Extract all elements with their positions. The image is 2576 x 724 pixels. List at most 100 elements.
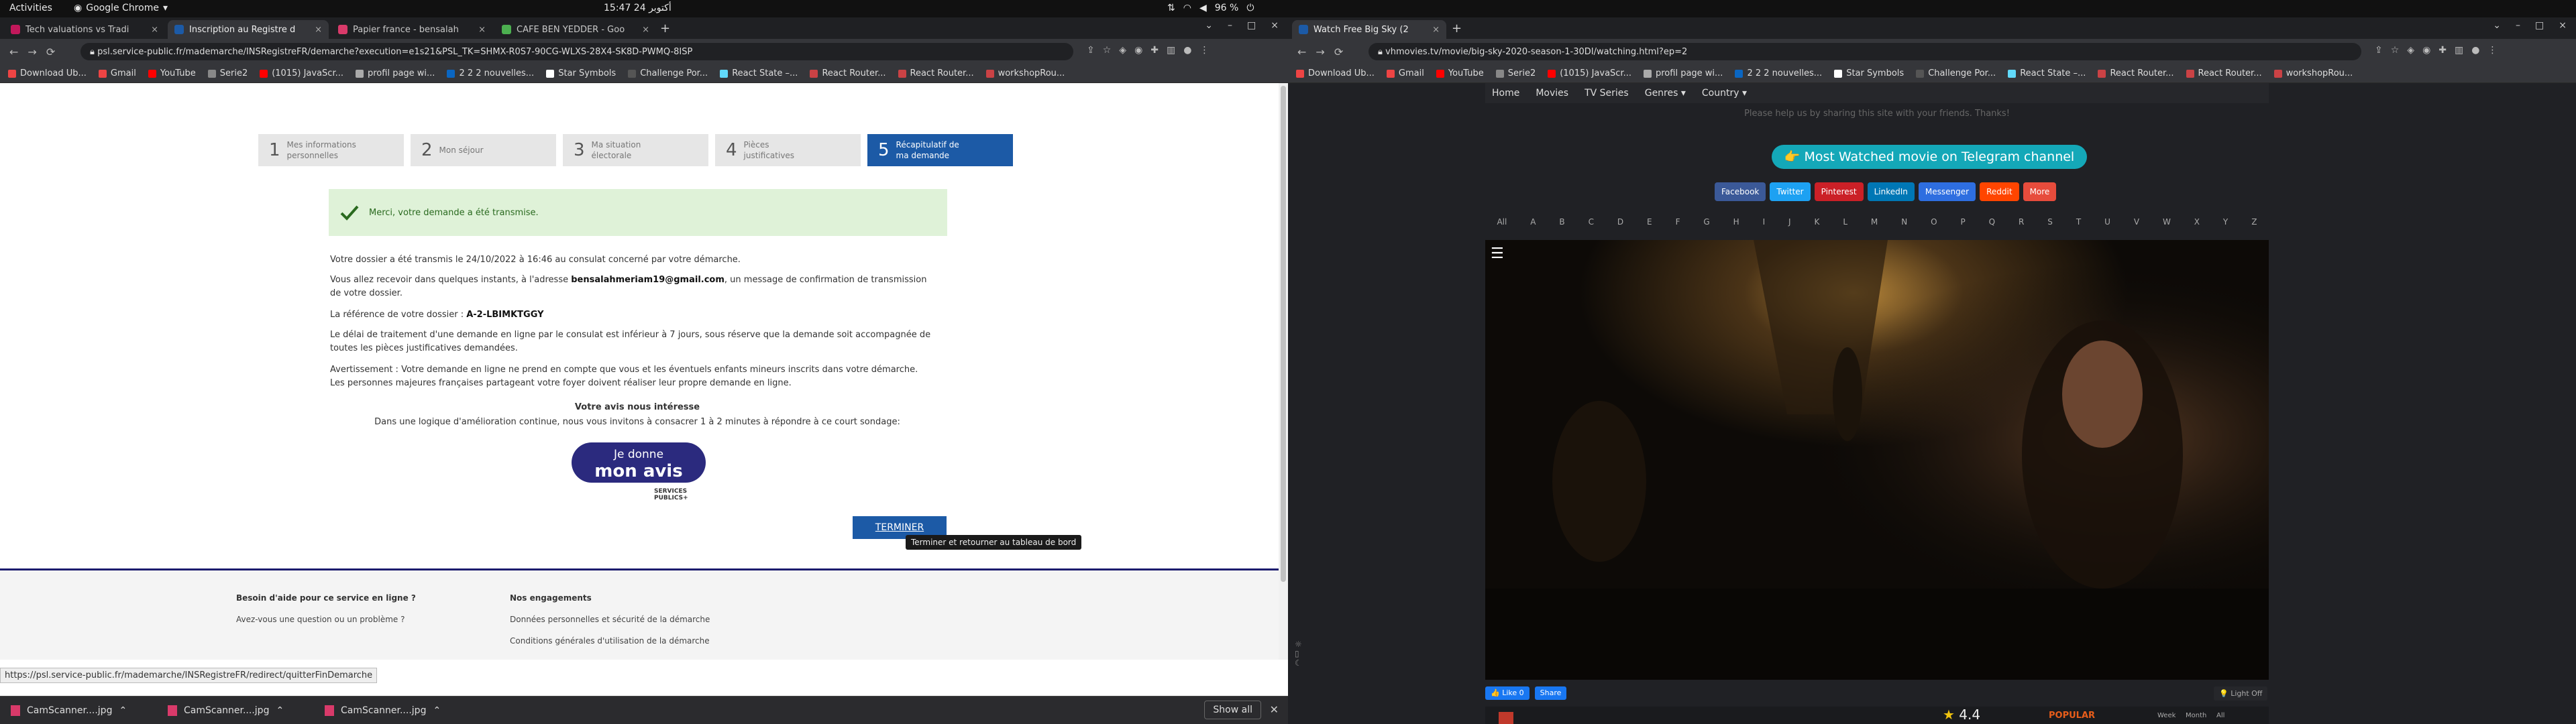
tab-inscription[interactable]: Inscription au Registre d × bbox=[168, 20, 329, 39]
sidepanel-icon[interactable]: ▥ bbox=[1167, 45, 1175, 56]
tab-week[interactable]: Week bbox=[2157, 712, 2176, 719]
moon-icon[interactable]: ☾ bbox=[1295, 658, 1304, 668]
tab-search-icon[interactable]: ⌄ bbox=[1205, 20, 1213, 31]
new-tab-icon[interactable]: + bbox=[1452, 21, 1462, 36]
bookmark-item[interactable]: YouTube bbox=[1436, 68, 1484, 78]
bookmark-item[interactable]: Gmail bbox=[1386, 68, 1424, 78]
bookmark-item[interactable]: React Router... bbox=[898, 68, 974, 78]
video-player[interactable]: ☰ bbox=[1485, 240, 2269, 680]
alpha-filter-b[interactable]: B bbox=[1559, 217, 1564, 227]
nav-tv-series[interactable]: TV Series bbox=[1585, 88, 1629, 99]
share-more-button[interactable]: More bbox=[2023, 182, 2057, 201]
show-all-button[interactable]: Show all bbox=[1204, 701, 1261, 719]
bookmark-item[interactable]: Challenge Por... bbox=[1916, 68, 1996, 78]
light-off-button[interactable]: 💡 Light Off bbox=[2214, 686, 2268, 701]
alpha-filter-m[interactable]: M bbox=[1871, 217, 1878, 227]
alpha-filter-a[interactable]: A bbox=[1530, 217, 1536, 227]
alpha-filter-w[interactable]: W bbox=[2163, 217, 2171, 227]
bookmark-item[interactable]: Gmail bbox=[98, 68, 136, 78]
bookmark-item[interactable]: workshopRou... bbox=[985, 68, 1065, 78]
alpha-filter-p[interactable]: P bbox=[1960, 217, 1965, 227]
footer-terms-link[interactable]: Conditions générales d'utilisation de la… bbox=[510, 636, 710, 646]
bookmark-item[interactable]: 2 2 2 nouvelles... bbox=[1735, 68, 1822, 78]
new-tab-icon[interactable]: + bbox=[660, 21, 670, 36]
alpha-filter-k[interactable]: K bbox=[1815, 217, 1820, 227]
bookmark-item[interactable]: Challenge Por... bbox=[628, 68, 708, 78]
footer-privacy-link[interactable]: Données personnelles et sécurité de la d… bbox=[510, 615, 710, 624]
tab-watch-big-sky[interactable]: Watch Free Big Sky (2 × bbox=[1292, 20, 1446, 39]
close-window-icon[interactable]: × bbox=[1271, 20, 1279, 31]
bookmark-item[interactable]: (1015) JavaScr... bbox=[260, 68, 343, 78]
alpha-filter-s[interactable]: S bbox=[2047, 217, 2053, 227]
chevron-up-icon[interactable]: ⌃ bbox=[433, 705, 441, 716]
share-icon[interactable]: ⇪ bbox=[2375, 45, 2383, 56]
footer-help-link[interactable]: Avez-vous une question ou un problème ? bbox=[236, 615, 405, 624]
download-item[interactable]: CamScanner....jpg ⌃ bbox=[11, 702, 127, 719]
bookmark-item[interactable]: React State –... bbox=[2008, 68, 2086, 78]
playlist-menu-icon[interactable]: ☰ bbox=[1491, 245, 1504, 262]
maximize-icon[interactable]: □ bbox=[1247, 20, 1256, 31]
share-pinterest-button[interactable]: Pinterest bbox=[1814, 182, 1864, 201]
alpha-filter-o[interactable]: O bbox=[1931, 217, 1937, 227]
close-tab-icon[interactable]: × bbox=[642, 25, 649, 35]
alpha-filter-x[interactable]: X bbox=[2194, 217, 2200, 227]
share-reddit-button[interactable]: Reddit bbox=[1980, 182, 2019, 201]
bookmark-item[interactable]: Star Symbols bbox=[1834, 68, 1904, 78]
minimize-icon[interactable]: – bbox=[2516, 20, 2520, 31]
alpha-filter-h[interactable]: H bbox=[1733, 217, 1739, 227]
close-window-icon[interactable]: × bbox=[2559, 20, 2567, 31]
reload-icon[interactable]: ⟳ bbox=[1334, 46, 1343, 58]
alpha-filter-q[interactable]: Q bbox=[1989, 217, 1995, 227]
menu-icon[interactable]: ⋮ bbox=[1199, 45, 1209, 56]
system-tray[interactable]: ⇅ ◠ ◀ 96 % ⏻ bbox=[1167, 3, 1254, 13]
share-messenger-button[interactable]: Messenger bbox=[1918, 182, 1976, 201]
puzzle-icon[interactable]: ✚ bbox=[2438, 45, 2447, 56]
bookmark-item[interactable]: profil page wi... bbox=[1644, 68, 1723, 78]
avatar[interactable]: ● bbox=[2471, 45, 2479, 56]
share-icon[interactable]: ⇪ bbox=[1087, 45, 1095, 56]
menu-icon[interactable]: ⋮ bbox=[2487, 45, 2497, 56]
tab-all[interactable]: All bbox=[2216, 712, 2224, 719]
telegram-button[interactable]: 👉 Most Watched movie on Telegram channel bbox=[1772, 145, 2087, 169]
avatar[interactable]: ● bbox=[1183, 45, 1191, 56]
share-facebook-button[interactable]: Facebook bbox=[1715, 182, 1766, 201]
clock[interactable]: 15:47 أكتوبر 24 bbox=[604, 3, 672, 13]
address-bar[interactable]: 🔒︎ psl.service-public.fr/mademarche/INSR… bbox=[80, 43, 1073, 60]
bookmark-item[interactable]: Download Ub... bbox=[1296, 68, 1375, 78]
extension-icon[interactable]: ◉ bbox=[1134, 45, 1142, 56]
extension-icon[interactable]: ◉ bbox=[2422, 45, 2430, 56]
alpha-filter-all[interactable]: All bbox=[1497, 217, 1507, 227]
bookmark-item[interactable]: 2 2 2 nouvelles... bbox=[447, 68, 534, 78]
forward-icon[interactable]: → bbox=[28, 46, 36, 58]
alpha-filter-z[interactable]: Z bbox=[2251, 217, 2257, 227]
download-item[interactable]: CamScanner....jpg ⌃ bbox=[168, 702, 284, 719]
sun-icon[interactable]: ☼ bbox=[1295, 640, 1304, 649]
alpha-filter-u[interactable]: U bbox=[2104, 217, 2110, 227]
nav-movies[interactable]: Movies bbox=[1536, 88, 1568, 99]
tab-cafe-ben-yedder[interactable]: CAFE BEN YEDDER - Goo × bbox=[495, 20, 656, 39]
bookmark-item[interactable]: React Router... bbox=[2098, 68, 2174, 78]
forward-icon[interactable]: → bbox=[1316, 46, 1324, 58]
alpha-filter-f[interactable]: F bbox=[1676, 217, 1680, 227]
chevron-up-icon[interactable]: ⌃ bbox=[276, 705, 284, 716]
activities-button[interactable]: Activities bbox=[9, 3, 52, 13]
fb-like-button[interactable]: 👍 Like 0 bbox=[1485, 686, 1529, 700]
address-bar[interactable]: 🔒︎ vhmovies.tv/movie/big-sky-2020-season… bbox=[1368, 43, 2361, 60]
download-item[interactable]: CamScanner....jpg ⌃ bbox=[325, 702, 441, 719]
bookmark-item[interactable]: (1015) JavaScr... bbox=[1548, 68, 1631, 78]
alpha-filter-d[interactable]: D bbox=[1617, 217, 1623, 227]
alpha-filter-g[interactable]: G bbox=[1703, 217, 1709, 227]
extension-icon[interactable]: ◈ bbox=[2407, 45, 2414, 56]
alpha-filter-j[interactable]: J bbox=[1788, 217, 1791, 227]
bookmark-star-icon[interactable]: ☆ bbox=[1103, 45, 1112, 56]
alpha-filter-c[interactable]: C bbox=[1589, 217, 1594, 227]
bookmark-item[interactable]: React Router... bbox=[2186, 68, 2262, 78]
maximize-icon[interactable]: □ bbox=[2535, 20, 2544, 31]
nav-genres[interactable]: Genres ▾ bbox=[1645, 88, 1686, 99]
scrollbar[interactable] bbox=[1279, 83, 1288, 660]
tab-papier-france[interactable]: Papier france - bensalah × bbox=[331, 20, 492, 39]
close-tab-icon[interactable]: × bbox=[1432, 25, 1440, 35]
fb-share-button[interactable]: Share bbox=[1534, 686, 1567, 700]
scrollbar-thumb[interactable] bbox=[1281, 86, 1286, 582]
share-linkedin-button[interactable]: LinkedIn bbox=[1867, 182, 1915, 201]
